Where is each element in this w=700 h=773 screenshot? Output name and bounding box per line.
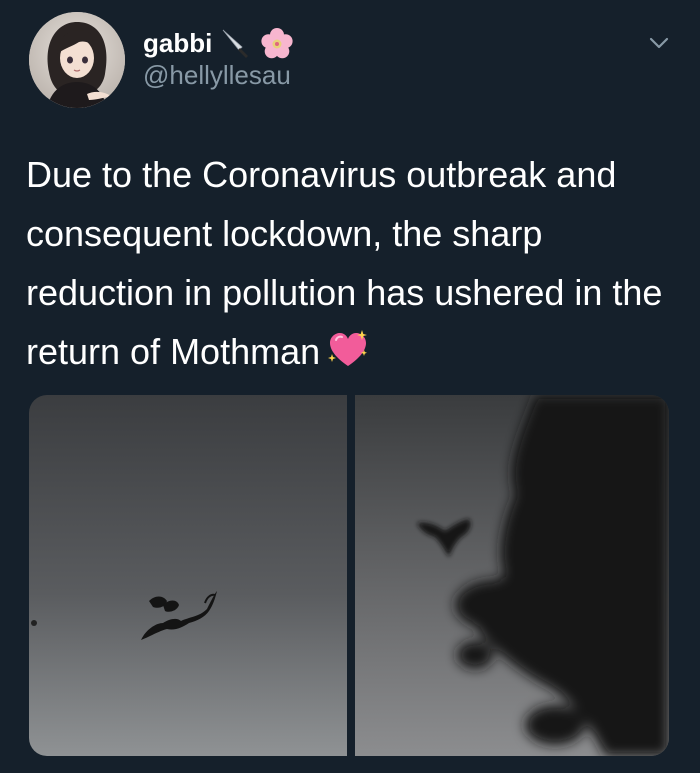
cherry-blossom-emoji-icon: [260, 27, 293, 59]
sparkling-heart-emoji-icon: [326, 328, 370, 372]
tweet-card: gabbi @hellyllesau Due to the Coronaviru…: [0, 0, 700, 773]
photo-left[interactable]: [29, 395, 347, 756]
knife-emoji-icon: [220, 27, 252, 59]
photo-right[interactable]: [355, 395, 669, 756]
tweet-text: Due to the Coronavirus outbreak and cons…: [26, 145, 676, 381]
author-name-row[interactable]: gabbi: [143, 26, 293, 60]
user-handle[interactable]: @hellyllesau: [143, 60, 291, 91]
chevron-down-icon[interactable]: [646, 30, 672, 56]
display-name[interactable]: gabbi: [143, 28, 212, 59]
tweet-media[interactable]: [29, 395, 669, 756]
avatar[interactable]: [29, 12, 125, 108]
